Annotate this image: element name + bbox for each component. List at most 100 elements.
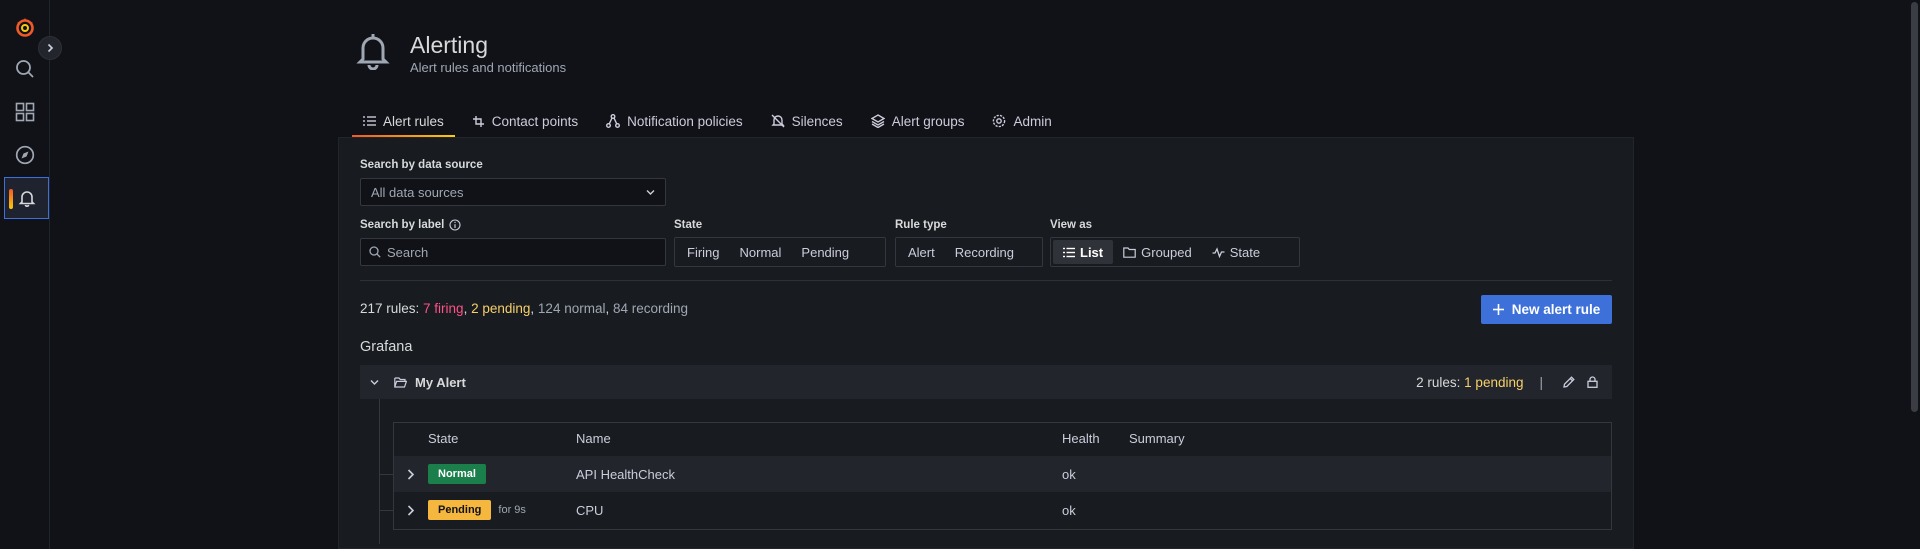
active-indicator bbox=[9, 189, 13, 209]
sidebar-item-alerting[interactable] bbox=[4, 177, 49, 219]
new-alert-rule-label: New alert rule bbox=[1511, 302, 1601, 317]
state-cell: Pending for 9s bbox=[428, 492, 526, 528]
tree-line bbox=[379, 399, 380, 544]
datasource-select[interactable]: All data sources bbox=[360, 178, 666, 206]
rule-type-group: Alert Recording bbox=[895, 237, 1043, 267]
folder-meta: 2 rules: 1 pending | bbox=[1416, 365, 1598, 399]
tab-label: Alert groups bbox=[891, 113, 965, 129]
sitemap-icon bbox=[606, 114, 621, 128]
tab-admin[interactable]: Admin bbox=[981, 106, 1062, 136]
state-badge-pending: Pending bbox=[428, 500, 492, 520]
new-alert-rule-button[interactable]: New alert rule bbox=[1481, 295, 1612, 324]
state-cell: Normal bbox=[428, 456, 486, 492]
pending-duration: for 9s bbox=[498, 504, 526, 516]
header-state: State bbox=[428, 431, 459, 446]
view-as-state-button[interactable]: State bbox=[1202, 240, 1270, 264]
rules-summary: 217 rules: 7 firing, 2 pending, 124 norm… bbox=[360, 301, 689, 316]
folder-rule-summary: 2 rules: 1 pending bbox=[1416, 375, 1523, 390]
tab-label: Contact points bbox=[491, 113, 579, 129]
state-filter-label: State bbox=[674, 219, 703, 231]
pencil-icon[interactable] bbox=[1563, 376, 1575, 388]
cog-icon bbox=[992, 114, 1006, 128]
plus-icon bbox=[1492, 304, 1504, 315]
state-badge-normal: Normal bbox=[428, 464, 486, 484]
rules-table: State Name Health Summary Normal API Hea… bbox=[393, 422, 1612, 530]
state-pending-button[interactable]: Pending bbox=[791, 240, 859, 264]
chevron-right-icon bbox=[45, 43, 55, 53]
view-as-label: View as bbox=[1050, 219, 1092, 231]
recording-count: 84 recording bbox=[612, 301, 689, 316]
firing-count: 7 firing bbox=[423, 301, 464, 316]
bell-icon bbox=[18, 189, 36, 207]
grid-icon[interactable] bbox=[0, 91, 50, 133]
rules-count: 217 rules: bbox=[360, 301, 424, 316]
normal-count: 124 normal bbox=[537, 301, 606, 316]
bell-slash-icon bbox=[770, 114, 785, 128]
heartbeat-icon bbox=[1212, 246, 1225, 258]
folder-icon bbox=[1123, 246, 1136, 258]
chevron-down-icon[interactable] bbox=[370, 379, 379, 386]
search-icon bbox=[369, 246, 381, 258]
view-as-list-label: List bbox=[1080, 244, 1104, 260]
rule-name: CPU bbox=[576, 502, 604, 518]
tab-bar: Alert rules Contact points Notification … bbox=[352, 106, 1063, 138]
list-icon bbox=[1063, 247, 1075, 258]
chevron-down-icon bbox=[646, 189, 655, 196]
rule-type-alert-button[interactable]: Alert bbox=[898, 240, 945, 264]
header-summary: Summary bbox=[1129, 431, 1185, 446]
view-as-list-button[interactable]: List bbox=[1053, 240, 1114, 264]
state-normal-button[interactable]: Normal bbox=[730, 240, 792, 264]
side-menu bbox=[0, 0, 62, 549]
datasource-value: All data sources bbox=[371, 184, 464, 200]
pending-count: 2 pending bbox=[471, 301, 531, 316]
rule-type-recording-button[interactable]: Recording bbox=[945, 240, 1024, 264]
rule-type-label: Rule type bbox=[895, 219, 947, 231]
page-subtitle: Alert rules and notifications bbox=[410, 60, 567, 75]
tab-notification-policies[interactable]: Notification policies bbox=[595, 106, 754, 136]
table-row[interactable]: Normal API HealthCheck ok bbox=[394, 456, 1611, 492]
tab-alert-groups[interactable]: Alert groups bbox=[860, 106, 976, 136]
tab-silences[interactable]: Silences bbox=[760, 106, 854, 136]
tab-label: Admin bbox=[1013, 113, 1052, 129]
lock-icon[interactable] bbox=[1587, 376, 1598, 388]
view-as-group: List Grouped State bbox=[1050, 237, 1300, 267]
bell-icon bbox=[356, 32, 390, 70]
label-search-label-wrap: Search by label bbox=[360, 219, 461, 231]
chevron-right-icon[interactable] bbox=[407, 492, 415, 528]
table-row[interactable]: Pending for 9s CPU ok bbox=[394, 492, 1611, 528]
expand-menu-button[interactable] bbox=[38, 36, 62, 60]
contact-icon bbox=[472, 115, 485, 128]
separator: | bbox=[1539, 374, 1543, 390]
layers-icon bbox=[870, 114, 885, 128]
label-search-input[interactable]: Search bbox=[360, 238, 666, 266]
state-filter-group: Firing Normal Pending bbox=[674, 237, 886, 267]
divider bbox=[360, 280, 1612, 281]
scrollbar-thumb[interactable] bbox=[1911, 2, 1918, 412]
view-as-state-label: State bbox=[1229, 244, 1261, 260]
namespace-title: Grafana bbox=[360, 339, 413, 355]
view-as-grouped-button[interactable]: Grouped bbox=[1113, 240, 1202, 264]
tab-label: Notification policies bbox=[627, 113, 743, 129]
rule-name: API HealthCheck bbox=[576, 466, 675, 482]
label-search-placeholder: Search bbox=[387, 244, 429, 260]
alert-rules-panel: Search by data source All data sources S… bbox=[338, 137, 1634, 549]
rule-health: ok bbox=[1062, 502, 1076, 518]
header-name: Name bbox=[576, 431, 611, 446]
compass-icon[interactable] bbox=[0, 134, 50, 176]
folder-name: My Alert bbox=[415, 374, 466, 390]
folder-row[interactable]: My Alert 2 rules: 1 pending | bbox=[360, 365, 1612, 399]
info-icon[interactable] bbox=[449, 219, 461, 231]
tab-contact-points[interactable]: Contact points bbox=[461, 106, 589, 136]
tab-label: Alert rules bbox=[383, 113, 444, 129]
view-as-grouped-label: Grouped bbox=[1141, 244, 1192, 260]
label-search-label: Search by label bbox=[360, 219, 445, 231]
tab-alert-rules[interactable]: Alert rules bbox=[352, 106, 455, 138]
folder-rules-count: 2 rules: bbox=[1416, 374, 1465, 390]
rule-health: ok bbox=[1062, 466, 1076, 482]
tab-label: Silences bbox=[791, 113, 843, 129]
folder-open-icon bbox=[394, 376, 407, 388]
chevron-right-icon[interactable] bbox=[407, 456, 415, 492]
state-firing-button[interactable]: Firing bbox=[677, 240, 730, 264]
datasource-label: Search by data source bbox=[360, 159, 483, 171]
page-title: Alerting bbox=[410, 32, 488, 58]
